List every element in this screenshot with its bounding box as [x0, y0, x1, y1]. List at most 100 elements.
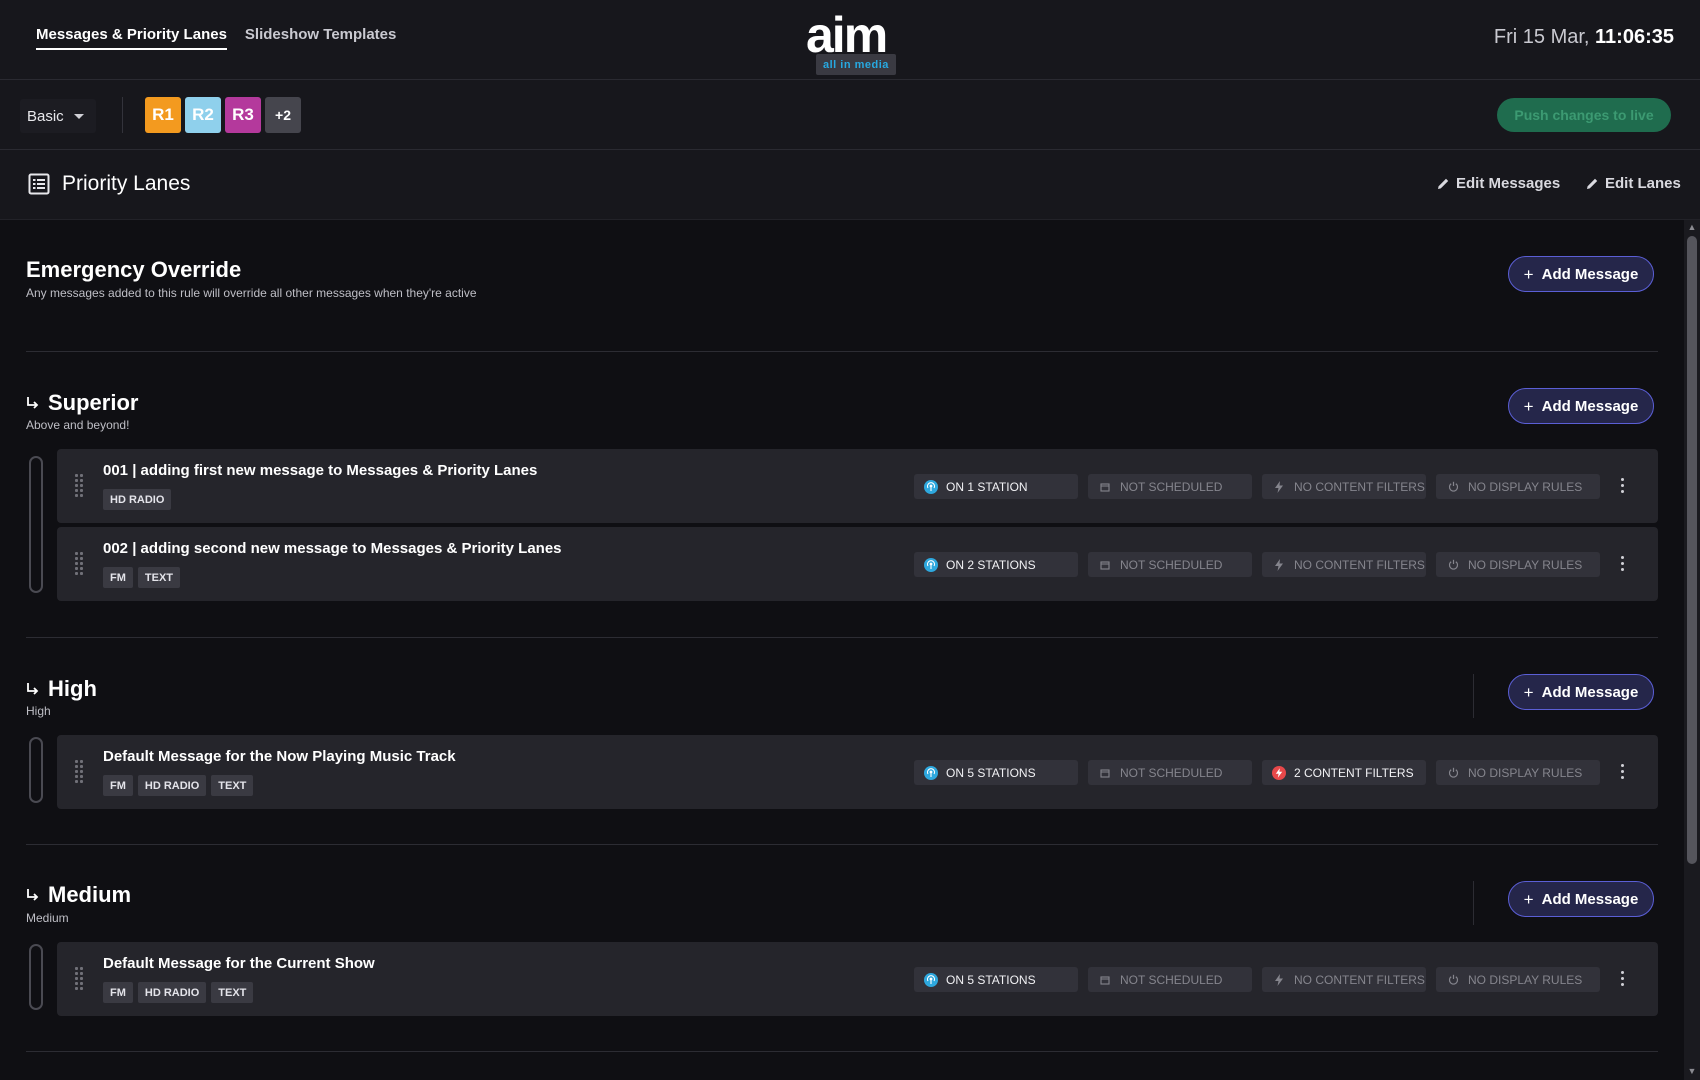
station-badges: R1 R2 R3 +2 — [145, 97, 301, 133]
clock-time: 11:06:35 — [1595, 26, 1674, 48]
lane-divider — [26, 1051, 1658, 1052]
kebab-menu-icon[interactable] — [1620, 764, 1626, 780]
chevron-down-icon — [73, 113, 84, 119]
schedule-chip[interactable]: NOT SCHEDULED — [1088, 967, 1252, 992]
push-changes-button[interactable]: Push changes to live — [1497, 98, 1671, 132]
edit-lanes-button[interactable]: Edit Lanes — [1586, 175, 1681, 192]
lane-subtitle-high: High — [26, 704, 51, 718]
add-message-button-high[interactable]: + Add Message — [1508, 674, 1654, 710]
tab-slideshow-templates[interactable]: Slideshow Templates — [245, 26, 396, 50]
display-rules-chip[interactable]: NO DISPLAY RULES — [1436, 967, 1600, 992]
lane-title-emergency: Emergency Override — [26, 257, 241, 283]
header-divider — [1473, 881, 1474, 925]
message-title[interactable]: 002 | adding second new message to Messa… — [103, 540, 562, 557]
message-tags: FM HD RADIO TEXT — [103, 982, 254, 1003]
main-tabs: Messages & Priority Lanes Slideshow Temp… — [36, 26, 396, 50]
kebab-menu-icon[interactable] — [1620, 478, 1626, 494]
plus-icon: + — [1523, 889, 1534, 909]
message-title[interactable]: Default Message for the Current Show — [103, 955, 375, 972]
stations-chip[interactable]: ON 5 STATIONS — [914, 760, 1078, 785]
bolt-icon — [1272, 558, 1286, 572]
stations-chip-label: ON 2 STATIONS — [946, 557, 1036, 572]
calendar-icon — [1098, 766, 1112, 780]
view-mode-value: Basic — [27, 107, 64, 125]
tag-badge: FM — [103, 567, 133, 588]
lane-title-high: High — [26, 676, 97, 702]
stations-chip[interactable]: ON 2 STATIONS — [914, 552, 1078, 577]
schedule-chip[interactable]: NOT SCHEDULED — [1088, 474, 1252, 499]
tag-badge: HD RADIO — [103, 489, 172, 510]
view-mode-select[interactable]: Basic — [20, 99, 96, 133]
station-badge-r1[interactable]: R1 — [145, 97, 181, 133]
drag-handle-icon[interactable] — [75, 967, 85, 991]
add-message-button-superior[interactable]: + Add Message — [1508, 388, 1654, 424]
display-rules-chip-label: NO DISPLAY RULES — [1468, 557, 1583, 572]
stations-chip[interactable]: ON 5 STATIONS — [914, 967, 1078, 992]
content-filters-chip[interactable]: 2 CONTENT FILTERS — [1262, 760, 1426, 785]
lane-divider — [26, 351, 1658, 352]
tag-badge: HD RADIO — [137, 775, 207, 796]
lane-title-medium: Medium — [26, 882, 131, 908]
broadcast-icon — [924, 557, 938, 572]
schedule-chip[interactable]: NOT SCHEDULED — [1088, 552, 1252, 577]
tag-badge: TEXT — [211, 982, 254, 1003]
lane-title-text: High — [48, 676, 97, 701]
display-rules-chip[interactable]: NO DISPLAY RULES — [1436, 552, 1600, 577]
scroll-up-arrow[interactable]: ▲ — [1687, 222, 1697, 232]
drag-handle-icon[interactable] — [75, 760, 85, 784]
message-title[interactable]: Default Message for the Now Playing Musi… — [103, 748, 456, 765]
drag-handle-icon[interactable] — [75, 552, 85, 576]
add-message-label: Add Message — [1541, 265, 1639, 283]
drag-handle-icon[interactable] — [75, 474, 85, 498]
aim-logo: aim all in media — [806, 7, 902, 75]
content-filters-chip[interactable]: NO CONTENT FILTERS — [1262, 967, 1426, 992]
content-filters-chip[interactable]: NO CONTENT FILTERS — [1262, 552, 1426, 577]
lane-title-text: Superior — [48, 390, 139, 415]
edit-messages-button[interactable]: Edit Messages — [1437, 175, 1560, 192]
subdirectory-arrow-icon — [27, 889, 39, 901]
scroll-down-arrow[interactable]: ▼ — [1687, 1066, 1697, 1076]
message-tags: FM HD RADIO TEXT — [103, 775, 254, 796]
lane-subtitle-emergency: Any messages added to this rule will ove… — [26, 286, 477, 300]
stations-chip[interactable]: ON 1 STATION — [914, 474, 1078, 499]
content-filters-chip[interactable]: NO CONTENT FILTERS — [1262, 474, 1426, 499]
message-row[interactable]: Default Message for the Current Show FM … — [57, 942, 1658, 1016]
scrollbar-thumb[interactable] — [1687, 236, 1697, 864]
message-title[interactable]: 001 | adding first new message to Messag… — [103, 462, 537, 479]
lane-title-superior: Superior — [26, 390, 138, 416]
subdirectory-arrow-icon — [27, 683, 39, 695]
kebab-menu-icon[interactable] — [1620, 971, 1626, 987]
schedule-chip[interactable]: NOT SCHEDULED — [1088, 760, 1252, 785]
tab-messages-priority-lanes[interactable]: Messages & Priority Lanes — [36, 26, 227, 50]
bolt-icon — [1272, 480, 1286, 494]
display-rules-chip[interactable]: NO DISPLAY RULES — [1436, 760, 1600, 785]
message-row[interactable]: 002 | adding second new message to Messa… — [57, 527, 1658, 601]
content-filters-chip-label: 2 CONTENT FILTERS — [1294, 765, 1414, 780]
message-row[interactable]: Default Message for the Now Playing Musi… — [57, 735, 1658, 809]
pencil-icon — [1587, 178, 1598, 189]
message-row[interactable]: 001 | adding first new message to Messag… — [57, 449, 1658, 523]
station-badge-more[interactable]: +2 — [265, 97, 301, 133]
add-message-label: Add Message — [1541, 683, 1639, 701]
add-message-button-medium[interactable]: + Add Message — [1508, 881, 1654, 917]
tag-badge: FM — [103, 982, 133, 1003]
power-icon — [1446, 766, 1460, 780]
page-title: Priority Lanes — [62, 172, 191, 195]
plus-icon: + — [1523, 682, 1534, 702]
bolt-icon — [1272, 765, 1286, 780]
top-navbar: Messages & Priority Lanes Slideshow Temp… — [0, 0, 1700, 80]
tag-badge: HD RADIO — [137, 982, 207, 1003]
bolt-icon — [1272, 973, 1286, 987]
station-badge-r3[interactable]: R3 — [225, 97, 261, 133]
station-badge-r2[interactable]: R2 — [185, 97, 221, 133]
kebab-menu-icon[interactable] — [1620, 556, 1626, 572]
add-message-button-emergency[interactable]: + Add Message — [1508, 256, 1654, 292]
lane-subtitle-medium: Medium — [26, 911, 69, 925]
stations-chip-label: ON 1 STATION — [946, 479, 1028, 494]
display-rules-chip[interactable]: NO DISPLAY RULES — [1436, 474, 1600, 499]
message-tags: FM TEXT — [103, 567, 181, 588]
power-icon — [1446, 558, 1460, 572]
tag-badge: FM — [103, 775, 133, 796]
stations-chip-label: ON 5 STATIONS — [946, 765, 1036, 780]
plus-icon: + — [1523, 396, 1534, 416]
